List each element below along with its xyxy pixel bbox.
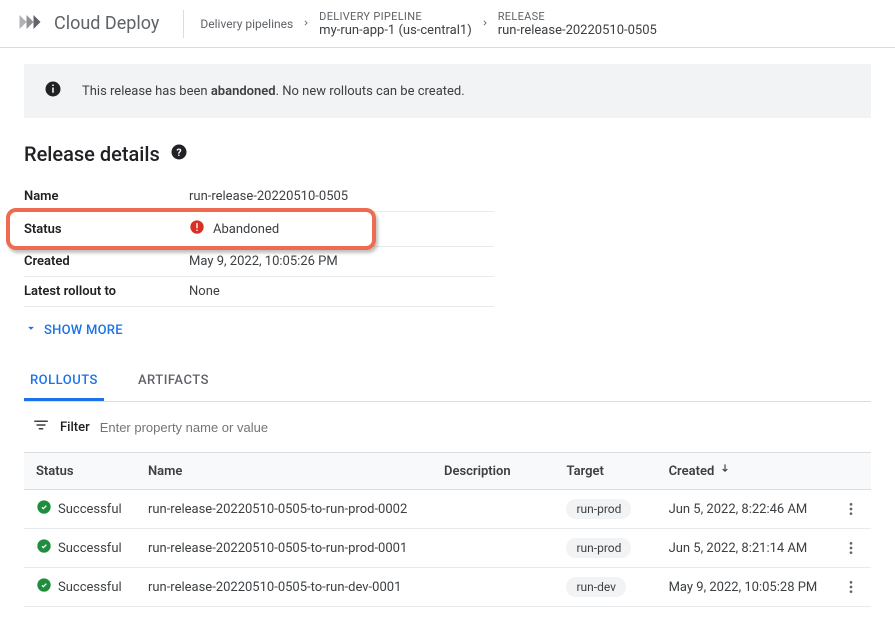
row-description (432, 568, 555, 607)
error-icon (189, 219, 205, 239)
breadcrumb-release-name: run-release-20220510-0505 (498, 23, 657, 38)
row-status: Successful (58, 580, 122, 595)
more-vert-icon (843, 540, 859, 556)
header-separator (183, 10, 184, 38)
row-status: Successful (58, 541, 122, 556)
app-header: Cloud Deploy Delivery pipelines DELIVERY… (0, 0, 895, 48)
col-target[interactable]: Target (554, 453, 656, 490)
status-chip: Successful (36, 577, 124, 597)
breadcrumb: Delivery pipelines DELIVERY PIPELINE my-… (200, 10, 656, 38)
table-row[interactable]: Successful run-release-20220510-0505-to-… (24, 490, 871, 529)
col-created-label: Created (669, 464, 715, 479)
row-more-button[interactable] (842, 540, 859, 556)
breadcrumb-release-super: RELEASE (498, 10, 657, 23)
chevron-right-icon (301, 17, 311, 31)
col-created[interactable]: Created (657, 453, 831, 490)
filter-icon[interactable] (32, 416, 50, 438)
row-more-button[interactable] (842, 501, 859, 517)
detail-name-label: Name (24, 182, 189, 212)
target-chip: run-prod (566, 538, 631, 558)
filter-label: Filter (60, 420, 90, 435)
check-circle-icon (36, 499, 52, 519)
breadcrumb-pipelines-link[interactable]: Delivery pipelines (200, 17, 293, 31)
col-description[interactable]: Description (432, 453, 555, 490)
row-created: Jun 5, 2022, 8:21:14 AM (657, 529, 831, 568)
col-more (830, 453, 871, 490)
row-name: run-release-20220510-0505-to-run-prod-00… (136, 490, 432, 529)
page-title: Release details (24, 142, 160, 166)
row-status: Successful (58, 502, 122, 517)
detail-rollout-to-value: None (189, 277, 494, 307)
product-name: Cloud Deploy (54, 13, 159, 34)
status-chip: Successful (36, 499, 124, 519)
show-more-button[interactable]: SHOW MORE (24, 321, 871, 339)
banner-suffix: . No new rollouts can be created. (276, 84, 465, 99)
row-created: May 9, 2022, 10:05:28 PM (657, 568, 831, 607)
detail-rollout-to-label: Latest rollout to (24, 277, 189, 307)
filter-input[interactable] (100, 420, 863, 435)
info-icon (44, 80, 62, 102)
detail-row-created: Created May 9, 2022, 10:05:26 PM (24, 247, 494, 277)
rollouts-table: Status Name Description Target Created (24, 452, 871, 607)
banner-bold: abandoned (211, 84, 276, 99)
breadcrumb-release[interactable]: RELEASE run-release-20220510-0505 (498, 10, 657, 38)
detail-name-value: run-release-20220510-0505 (189, 182, 494, 212)
chevron-right-icon (480, 17, 490, 31)
show-more-label: SHOW MORE (44, 323, 123, 338)
check-circle-icon (36, 538, 52, 558)
tab-rollouts[interactable]: ROLLOUTS (24, 363, 104, 401)
banner-prefix: This release has been (82, 84, 211, 99)
cloud-deploy-logo-icon (16, 8, 44, 40)
detail-row-name: Name run-release-20220510-0505 (24, 182, 494, 212)
arrow-down-icon (718, 462, 732, 480)
breadcrumb-pipeline-name: my-run-app-1 (us-central1) (319, 23, 472, 38)
banner-text: This release has been abandoned. No new … (82, 84, 465, 99)
table-header-row: Status Name Description Target Created (24, 453, 871, 490)
filter-bar: Filter (24, 402, 871, 452)
detail-status-label: Status (24, 212, 189, 247)
status-chip: Successful (36, 538, 124, 558)
svg-text:?: ? (176, 146, 181, 159)
row-created: Jun 5, 2022, 8:22:46 AM (657, 490, 831, 529)
table-row[interactable]: Successful run-release-20220510-0505-to-… (24, 529, 871, 568)
detail-created-label: Created (24, 247, 189, 277)
col-name[interactable]: Name (136, 453, 432, 490)
abandoned-banner: This release has been abandoned. No new … (24, 64, 871, 118)
tab-artifacts[interactable]: ARTIFACTS (132, 363, 215, 401)
detail-created-value: May 9, 2022, 10:05:26 PM (189, 247, 494, 277)
detail-row-status: Status Abandoned (24, 212, 494, 247)
breadcrumb-pipeline[interactable]: DELIVERY PIPELINE my-run-app-1 (us-centr… (319, 10, 472, 38)
tabs: ROLLOUTS ARTIFACTS (24, 363, 871, 402)
row-name: run-release-20220510-0505-to-run-prod-00… (136, 529, 432, 568)
chevron-down-icon (24, 321, 38, 339)
row-name: run-release-20220510-0505-to-run-dev-000… (136, 568, 432, 607)
logo-area: Cloud Deploy (16, 8, 183, 40)
status-badge: Abandoned (189, 219, 494, 239)
target-chip: run-dev (566, 577, 626, 597)
content: This release has been abandoned. No new … (0, 48, 895, 623)
row-description (432, 529, 555, 568)
col-status[interactable]: Status (24, 453, 136, 490)
row-more-button[interactable] (842, 579, 859, 595)
more-vert-icon (843, 501, 859, 517)
detail-status-value: Abandoned (213, 222, 279, 237)
details-table: Name run-release-20220510-0505 Status Ab… (24, 182, 494, 307)
breadcrumb-pipeline-super: DELIVERY PIPELINE (319, 10, 472, 23)
table-row[interactable]: Successful run-release-20220510-0505-to-… (24, 568, 871, 607)
detail-row-rollout-to: Latest rollout to None (24, 277, 494, 307)
check-circle-icon (36, 577, 52, 597)
row-description (432, 490, 555, 529)
help-icon[interactable]: ? (170, 142, 188, 166)
release-details-title: Release details ? (24, 142, 871, 166)
more-vert-icon (843, 579, 859, 595)
target-chip: run-prod (566, 499, 631, 519)
